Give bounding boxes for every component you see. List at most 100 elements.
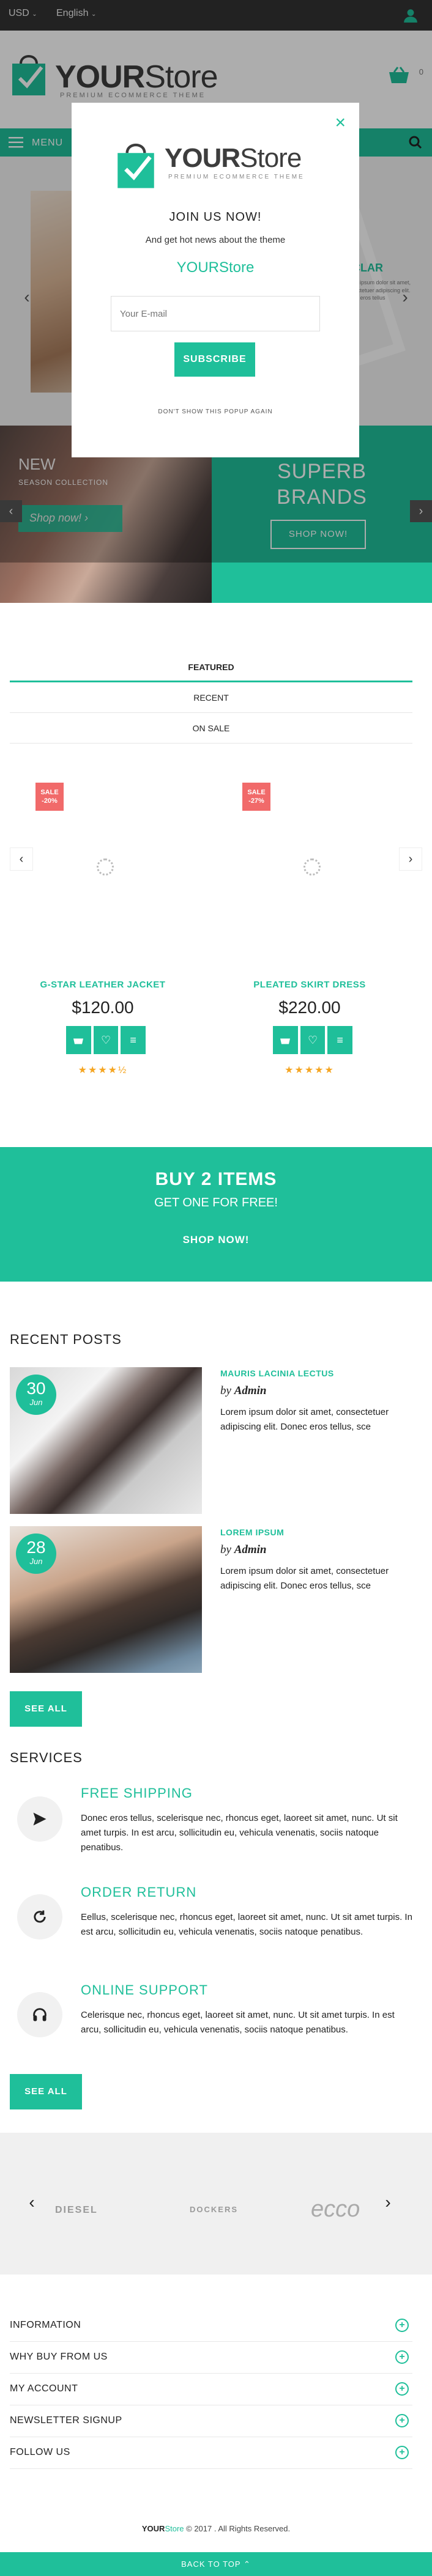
footer-section-label: FOLLOW US [10, 2447, 70, 2457]
compare-button[interactable]: ≡ [327, 1026, 353, 1054]
post-month: Jun [29, 1557, 43, 1566]
post-date-badge: 28 Jun [16, 1533, 56, 1574]
sale-label: SALE [247, 789, 266, 796]
post-title[interactable]: MAURIS LACINIA LECTUS [220, 1368, 334, 1378]
post-title[interactable]: LOREM IPSUM [220, 1527, 284, 1537]
tab-recent[interactable]: RECENT [10, 682, 412, 713]
footer-section-label: NEWSLETTER SIGNUP [10, 2415, 122, 2426]
footer-section-follow-us[interactable]: FOLLOW US + [10, 2437, 412, 2469]
dont-show-popup-link[interactable]: DON'T SHOW THIS POPUP AGAIN [72, 408, 359, 415]
newsletter-popup: × YOURStore PREMIUM ECOMMERCE THEME JOIN… [72, 103, 359, 457]
add-to-cart-button[interactable] [66, 1026, 91, 1054]
post-day: 30 [26, 1379, 46, 1398]
rating-stars: ★★★★★ [285, 1065, 335, 1076]
post-author: by Admin [220, 1384, 267, 1398]
service-title: ORDER RETURN [81, 1884, 197, 1900]
see-all-posts-button[interactable]: SEE ALL [10, 1691, 82, 1727]
heart-icon: ♡ [100, 1033, 111, 1046]
chevron-left-icon[interactable]: ‹ [23, 2194, 40, 2211]
cart-icon [280, 1038, 291, 1044]
heart-icon: ♡ [307, 1033, 318, 1046]
shopping-bag-logo-icon [117, 143, 154, 188]
subscribe-button[interactable]: SUBSCRIBE [174, 342, 255, 377]
footer-section-information[interactable]: INFORMATION + [10, 2310, 412, 2342]
cart-icon [73, 1038, 84, 1044]
popup-logo-your: YOUR [165, 143, 240, 173]
sale-label: SALE [40, 789, 59, 796]
footer-section-label: WHY BUY FROM US [10, 2352, 108, 2362]
footer-section-newsletter[interactable]: NEWSLETTER SIGNUP + [10, 2405, 412, 2437]
brand-logo-diesel[interactable]: DIESEL [55, 2205, 98, 2216]
list-icon: ≡ [130, 1033, 136, 1046]
back-to-top-button[interactable]: BACK TO TOP ⌃ [0, 2552, 432, 2576]
service-title: ONLINE SUPPORT [81, 1982, 208, 1998]
wishlist-button[interactable]: ♡ [300, 1026, 326, 1054]
brand-logo-dockers[interactable]: DOCKERS [190, 2205, 238, 2214]
popup-subheading: And get hot news about the theme [145, 235, 286, 245]
services-title: SERVICES [10, 1750, 83, 1765]
plus-icon: + [395, 2414, 409, 2427]
tab-on-sale[interactable]: ON SALE [10, 713, 412, 744]
chevron-up-icon: ⌃ [243, 2559, 251, 2569]
post-day: 28 [26, 1538, 46, 1557]
add-to-cart-button[interactable] [273, 1026, 298, 1054]
close-icon[interactable]: × [335, 114, 346, 132]
post-author-name: Admin [234, 1384, 267, 1397]
rating-stars: ★★★★½ [78, 1065, 128, 1076]
chevron-left-icon[interactable]: ‹ [10, 847, 33, 871]
chevron-right-icon[interactable]: › [399, 847, 422, 871]
brands-carousel: ‹ DIESEL DOCKERS ecco › [0, 2133, 432, 2275]
product-name[interactable]: G-STAR LEATHER JACKET [23, 980, 182, 990]
plus-icon: + [395, 2446, 409, 2459]
footer-section-label: INFORMATION [10, 2320, 81, 2330]
service-text: Eellus, scelerisque nec, rhoncus eget, l… [81, 1912, 412, 1937]
sale-badge: SALE -20% [35, 783, 64, 811]
promo-shop-now-button[interactable]: SHOP NOW! [0, 1234, 432, 1246]
recent-posts-title: RECENT POSTS [10, 1332, 122, 1347]
post-by: by [220, 1543, 231, 1556]
service-icon-wrap [17, 1894, 62, 1939]
footer-section-my-account[interactable]: MY ACCOUNT + [10, 2374, 412, 2405]
post-excerpt: Lorem ipsum dolor sit amet, consectetuer… [220, 1407, 389, 1432]
email-field[interactable] [111, 296, 320, 331]
copyright-your: YOUR [141, 2524, 165, 2533]
promo-banner[interactable]: BUY 2 ITEMS GET ONE FOR FREE! SHOP NOW! [0, 1147, 432, 1282]
product-tabs: FEATURED RECENT ON SALE [10, 652, 412, 744]
service-title: FREE SHIPPING [81, 1785, 193, 1801]
service-icon-wrap [17, 1796, 62, 1842]
compare-button[interactable]: ≡ [121, 1026, 146, 1054]
product-actions: ♡ ≡ [66, 1026, 146, 1054]
post-month: Jun [29, 1398, 43, 1407]
chevron-right-icon[interactable]: › [379, 2194, 397, 2211]
wishlist-button[interactable]: ♡ [93, 1026, 119, 1054]
back-to-top-label: BACK TO TOP [181, 2559, 241, 2569]
post-author: by Admin [220, 1543, 267, 1557]
footer-section-label: MY ACCOUNT [10, 2383, 78, 2394]
popup-brand: YOURStore [176, 259, 255, 276]
tab-featured[interactable]: FEATURED [10, 652, 412, 682]
product-price: $220.00 [278, 998, 341, 1017]
product-price: $120.00 [72, 998, 134, 1017]
see-all-services-button[interactable]: SEE ALL [10, 2074, 82, 2109]
headset-icon [33, 2008, 47, 2021]
service-text: Donec eros tellus, scelerisque nec, rhon… [81, 1813, 398, 1853]
paper-plane-icon [33, 1812, 47, 1826]
post-by: by [220, 1384, 231, 1397]
post-author-name: Admin [234, 1543, 267, 1556]
loading-spinner-icon [304, 858, 321, 876]
brand-logo-ecco[interactable]: ecco [311, 2196, 360, 2223]
discount-label: -20% [42, 797, 58, 805]
footer-section-why-buy[interactable]: WHY BUY FROM US + [10, 2342, 412, 2374]
popup-heading: JOIN US NOW! [169, 210, 262, 224]
service-icon-wrap [17, 1992, 62, 2037]
copyright: YOURStore © 2017 . All Rights Reserved. [0, 2524, 432, 2533]
plus-icon: + [395, 2382, 409, 2396]
service-text: Celerisque nec, rhoncus eget, laoreet si… [81, 2010, 395, 2035]
plus-icon: + [395, 2319, 409, 2332]
plus-icon: + [395, 2350, 409, 2364]
popup-logo-text: YOURStore [165, 143, 302, 174]
popup-logo-subtitle: PREMIUM ECOMMERCE THEME [168, 174, 305, 180]
promo-subtitle: GET ONE FOR FREE! [154, 1196, 278, 1209]
product-name[interactable]: PLEATED SKIRT DRESS [230, 980, 389, 990]
copyright-store: Store [165, 2524, 184, 2533]
